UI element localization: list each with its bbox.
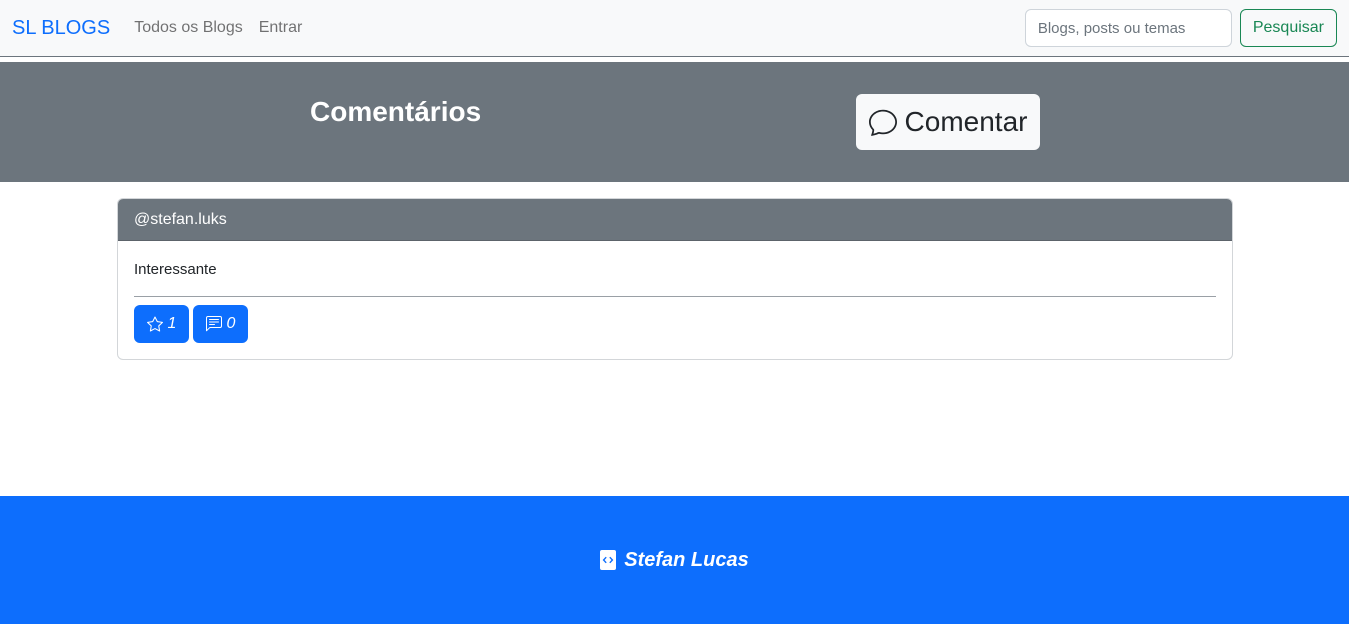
comment-button[interactable]: Comentar <box>856 94 1040 150</box>
star-icon <box>146 316 163 332</box>
comments-banner: Comentários Comentar <box>0 62 1349 182</box>
footer-credit: Stefan Lucas <box>600 548 749 572</box>
footer: Stefan Lucas <box>0 496 1349 624</box>
comment-actions: 1 0 <box>134 305 1216 343</box>
comment-text: Interessante <box>134 261 217 278</box>
comment-body: Interessante 1 0 <box>118 241 1232 343</box>
search-input[interactable] <box>1024 9 1232 47</box>
page-title: Comentários <box>310 96 482 127</box>
nav-link-login[interactable]: Entrar <box>259 19 303 37</box>
like-count: 1 <box>167 315 177 332</box>
comment-card: @stefan.luks Interessante 1 0 <box>117 198 1233 360</box>
comment-divider <box>134 296 1216 297</box>
nav-link-all-blogs[interactable]: Todos os Blogs <box>134 19 243 37</box>
navbar: SL BLOGS Todos os Blogs Entrar Pesquisar <box>0 0 1349 57</box>
reply-button[interactable]: 0 <box>193 305 248 343</box>
chat-bubble-icon <box>868 109 897 136</box>
comment-author: @stefan.luks <box>118 199 1232 241</box>
comment-button-label: Comentar <box>904 106 1028 137</box>
search-button[interactable]: Pesquisar <box>1239 9 1337 47</box>
code-icon <box>600 550 617 570</box>
message-icon <box>205 316 222 332</box>
like-button[interactable]: 1 <box>134 305 189 343</box>
footer-author: Stefan Lucas <box>624 548 749 571</box>
brand-link[interactable]: SL BLOGS <box>12 17 110 40</box>
reply-count: 0 <box>226 315 236 332</box>
